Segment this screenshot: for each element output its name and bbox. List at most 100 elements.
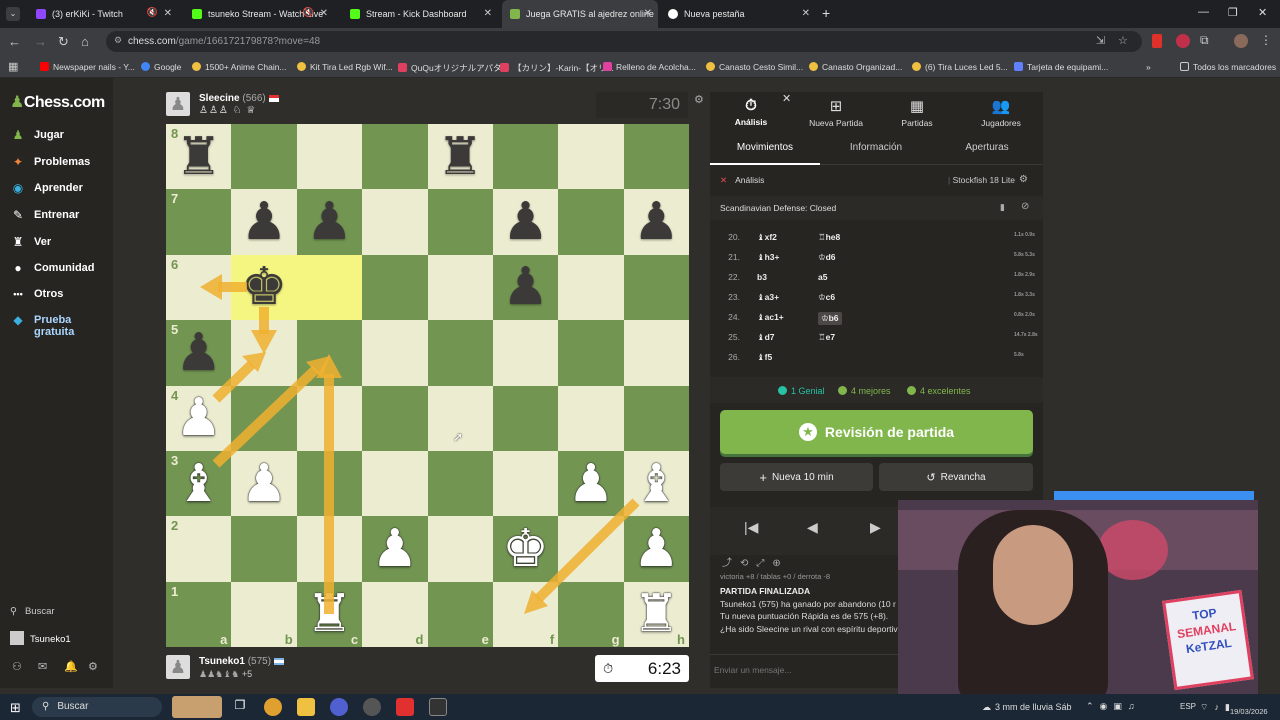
sidebar-user[interactable]: Tsuneko1 [10,631,71,645]
weather-widget[interactable]: ☁ 3 mm de lluvia Sáb [982,702,1072,713]
black-pawn-piece[interactable]: ♟ [241,196,288,248]
move-row[interactable]: 21. ♝h3+ ♔d6 5.8s 5.3s [720,252,1040,272]
black-move[interactable]: ♖he8 [818,232,840,243]
share-icon[interactable]: ⤴ [722,558,740,569]
black-king-piece[interactable]: ♚ [241,261,288,313]
square-e7[interactable] [427,189,493,255]
move-row[interactable]: 20. ♝xf2 ♖he8 1.1s 0.9s [720,232,1040,252]
chess-board[interactable]: 8 ♜ ♜ 7 ♟ ♟ ♟ ♟ 6 ♚ ♟ 5 ♟ 4 ♟ 3 ♝ ♟ ♟ ♝ 2 ♟ ♚ ♟ 1 a b c ♜ d e f g h ♜ [166,124,689,647]
square-g4[interactable] [558,385,624,451]
square-f1[interactable]: f [492,581,559,647]
black-move[interactable]: ♔d6 [818,252,836,263]
black-move[interactable]: ♖e7 [818,332,835,343]
tab-chess[interactable]: Juega GRATIS al ajedrez online ✕ [502,0,658,28]
board-settings-icon[interactable]: ⚙ [694,93,704,106]
tab-analisis[interactable]: ⏱ Análisis [730,97,772,127]
friends-icon[interactable]: ⚇ [12,660,22,673]
task-view-icon[interactable]: ❐ [231,698,249,716]
square-h8[interactable] [623,124,689,190]
taskbar-widget-image[interactable] [172,696,222,718]
square-e2[interactable] [427,516,493,582]
move-list[interactable]: 19.♝xf2♝xf2+10.3s20.♝xf2♖he81.1s 0.9s21.… [710,220,1043,370]
square-h3[interactable]: ♝ [623,450,689,517]
black-pawn-piece[interactable]: ♟ [175,327,222,379]
square-b2[interactable] [231,516,297,582]
subtab-movimientos[interactable]: Movimientos [710,142,820,153]
bookmark-item[interactable]: Canasto Organizad... [809,62,902,72]
app-icon[interactable] [330,698,348,716]
white-move[interactable]: ♝f5 [757,352,772,363]
notifications-icon[interactable]: 🔔 [64,660,78,673]
white-bishop-piece[interactable]: ♝ [175,458,222,510]
square-f8[interactable] [492,124,559,190]
tab-new[interactable]: Nueva pestaña ✕ [660,0,816,28]
move-row[interactable]: 25. ♝d7 ♖e7 14.7s 2.8s [720,332,1040,352]
black-pawn-piece[interactable]: ♟ [633,196,680,248]
white-king-piece[interactable]: ♚ [502,523,549,575]
square-f7[interactable]: ♟ [492,189,559,255]
move-row[interactable]: 24. ♝ac1+ ♔b6 0.8s 2.0s [720,312,1040,332]
square-h4[interactable] [623,385,689,451]
square-f2[interactable]: ♚ [492,516,559,582]
white-rook-piece[interactable]: ♜ [306,588,353,640]
square-g7[interactable] [558,189,624,255]
first-move-icon[interactable]: |◀ [744,519,758,536]
tab-twitch[interactable]: (3) erKiKi - Twitch 🔇 ✕ [28,0,178,28]
square-b5[interactable] [231,320,297,386]
square-a7[interactable]: 7 [166,189,232,255]
mute-icon[interactable]: 🔇 [303,7,314,18]
close-tab-icon[interactable]: ✕ [320,8,328,19]
square-a8[interactable]: 8 ♜ [166,124,232,190]
square-c1[interactable]: c ♜ [296,581,363,647]
square-a2[interactable]: 2 [166,516,232,582]
language-indicator[interactable]: ESP [1180,702,1196,711]
white-pawn-piece[interactable]: ♟ [372,523,419,575]
square-c6[interactable] [296,254,363,321]
bookmark-item[interactable]: Canasto Cesto Simil... [706,62,803,72]
move-row[interactable]: 19.♝xf2♝xf2+10.3s [720,220,1040,232]
white-rook-piece[interactable]: ♜ [633,588,680,640]
square-d5[interactable] [362,320,428,386]
all-bookmarks-folder[interactable]: Todos los marcadores [1180,62,1276,72]
player-name[interactable]: Tsuneko1 (575) [199,656,284,667]
settings-gear-icon[interactable]: ⚙ [88,660,98,673]
move-row[interactable]: 22. b3 a5 1.8s 2.9s [720,272,1040,292]
white-pawn-piece[interactable]: ♟ [568,458,615,510]
sidebar-item-otros[interactable]: ••• Otros [10,288,63,300]
square-b6[interactable]: ♚ [231,254,297,321]
tab-partidas[interactable]: ▦ Partidas [896,97,938,128]
install-app-icon[interactable]: ⇲ [1096,34,1105,47]
tab-kick-watch[interactable]: tsuneko Stream - Watch Live 🔇 ✕ [184,0,334,28]
square-h5[interactable] [623,320,689,386]
sidebar-item-ver[interactable]: ♜ Ver [10,235,52,249]
opponent-name[interactable]: Sleecine (566) [199,93,279,104]
white-move[interactable]: ♝xf2 [757,232,777,243]
expand-icon[interactable]: ⤢ [756,558,772,569]
square-d7[interactable] [362,189,428,255]
square-b1[interactable]: b [231,581,297,647]
square-e3[interactable] [427,450,493,517]
bookmark-item[interactable]: 【カリン】-Karin-【オリ... [500,62,614,74]
more-bookmarks-icon[interactable]: » [1146,62,1151,72]
tab-jugadores[interactable]: 👥 Jugadores [978,97,1024,128]
zoom-icon[interactable]: ⊕ [772,558,788,569]
disable-icon[interactable]: ⊘ [1021,201,1029,212]
white-move[interactable]: ♝d7 [757,332,775,343]
bookmark-item[interactable]: Newspaper nails - Y... [40,62,135,72]
app-icon[interactable] [363,698,381,716]
square-g2[interactable] [558,516,624,582]
subtab-informacion[interactable]: Información [821,142,931,153]
back-icon[interactable]: ← [8,34,21,49]
square-b3[interactable]: ♟ [231,450,297,517]
share-tools[interactable]: ⤴⟲⤢⊕ [722,554,789,569]
black-move[interactable]: a5 [818,272,827,282]
white-bishop-piece[interactable]: ♝ [633,458,680,510]
square-e8[interactable]: ♜ [427,124,493,190]
extension-icon[interactable] [1152,34,1162,48]
square-d6[interactable] [362,254,428,321]
square-f4[interactable] [492,385,559,451]
square-h7[interactable]: ♟ [623,189,689,255]
system-tray-icons[interactable]: ⌃◉▣♫ [1086,701,1141,712]
bookmark-item[interactable]: Kit Tira Led Rgb Wif... [297,62,393,72]
square-d8[interactable] [362,124,428,190]
